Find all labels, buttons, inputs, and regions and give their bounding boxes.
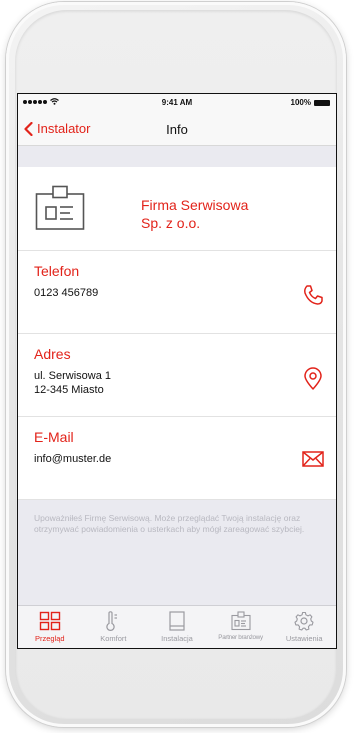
email-label: E-Mail	[34, 429, 74, 445]
tab-bar: Przegląd Komfort Instalacja Partner bran…	[18, 605, 336, 648]
company-section: Firma Serwisowa Sp. z o.o.	[18, 167, 336, 251]
tab-partner-branzowy[interactable]: Partner branżowy	[209, 606, 273, 648]
tab-ustawienia[interactable]: Ustawienia	[272, 606, 336, 648]
tab-label: Komfort	[100, 634, 127, 643]
email-value: info@muster.de	[34, 453, 112, 465]
company-name: Firma Serwisowa Sp. z o.o.	[141, 196, 248, 232]
address-row[interactable]: Adres ul. Serwisowa 1 12-345 Miasto	[18, 334, 336, 417]
id-card-icon	[35, 185, 85, 230]
status-time: 9:41 AM	[161, 98, 193, 107]
phone-value: 0123 456789	[34, 287, 99, 299]
phone-icon[interactable]	[302, 284, 324, 306]
navigation-bar: Instalator Info	[18, 112, 336, 146]
location-pin-icon[interactable]	[302, 367, 324, 391]
company-name-line1: Firma Serwisowa	[141, 197, 249, 213]
tab-label: Instalacja	[161, 634, 193, 643]
email-row[interactable]: E-Mail info@muster.de	[18, 417, 336, 500]
company-name-line2: Sp. z o.o.	[141, 215, 201, 231]
tab-przeglad[interactable]: Przegląd	[18, 606, 82, 648]
section-spacer	[18, 146, 336, 167]
status-bar: 9:41 AM 100%	[18, 94, 336, 112]
envelope-icon[interactable]	[302, 450, 324, 468]
address-value: ul. Serwisowa 1 12-345 Miasto	[34, 369, 111, 397]
address-label: Adres	[34, 346, 71, 362]
tab-instalacja[interactable]: Instalacja	[145, 606, 209, 648]
battery-percent: 100%	[290, 98, 311, 107]
grid-icon	[39, 611, 60, 631]
app-screen: 9:41 AM 100% Instalator Info Firma Serwi…	[17, 93, 337, 649]
battery-indicator: 100%	[291, 98, 330, 107]
tab-label: Partner branżowy	[218, 634, 263, 641]
installer-info-card: Firma Serwisowa Sp. z o.o. Telefon 0123 …	[18, 167, 336, 500]
address-line2: 12-345 Miasto	[34, 384, 104, 396]
phone-label: Telefon	[34, 263, 80, 279]
address-line1: ul. Serwisowa 1	[34, 370, 112, 382]
device-icon	[169, 611, 185, 631]
phone-row[interactable]: Telefon 0123 456789	[18, 251, 336, 334]
tab-label: Przegląd	[34, 634, 65, 643]
gear-icon	[294, 611, 314, 631]
tab-label: Ustawienia	[285, 634, 323, 643]
tab-komfort[interactable]: Komfort	[82, 606, 146, 648]
page-title: Info	[166, 122, 188, 137]
id-card-icon	[231, 611, 251, 631]
battery-icon	[314, 99, 330, 106]
thermometer-icon	[106, 611, 118, 631]
